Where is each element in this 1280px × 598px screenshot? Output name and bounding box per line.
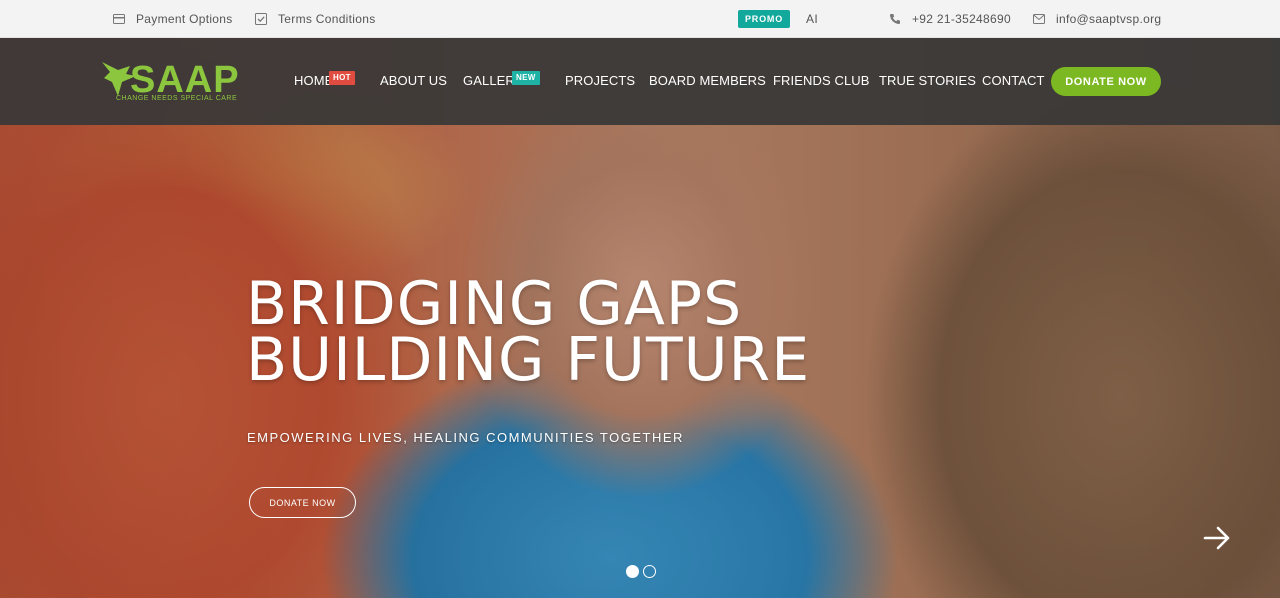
donate-now-button[interactable]: DONATE NOW <box>1051 67 1161 96</box>
nav-item-label: TRUE STORIES <box>879 73 977 88</box>
phone-icon <box>888 12 902 26</box>
site-logo[interactable]: SAAP CHANGE NEEDS SPECIAL CARE <box>100 58 270 108</box>
nav-item-about-us[interactable]: ABOUT US <box>380 73 447 89</box>
hero-title-line-2: BUILDING FUTURE <box>246 325 811 395</box>
email-address[interactable]: info@saaptvsp.org <box>1056 12 1161 26</box>
nav-item-label: HOME <box>294 73 334 88</box>
nav-item-true-stories[interactable]: TRUE STORIES <box>879 73 976 89</box>
slider-dot-2[interactable] <box>643 565 656 578</box>
checkbox-icon <box>254 12 268 26</box>
phone-number[interactable]: +92 21-35248690 <box>912 12 1011 26</box>
hero-subtitle: EMPOWERING LIVES, HEALING COMMUNITIES TO… <box>247 430 684 445</box>
phone-contact[interactable]: +92 21-35248690 <box>888 0 1011 38</box>
nav-item-label: PROJECTS <box>565 73 636 88</box>
new-badge: NEW <box>512 71 540 85</box>
nav-item-contact[interactable]: CONTACT <box>982 73 1045 89</box>
nav-item-board-members[interactable]: BOARD MEMBERS <box>649 73 766 89</box>
promo-text[interactable]: AI <box>806 12 818 26</box>
nav-item-home[interactable]: HOME <box>294 73 333 89</box>
nav-item-label: BOARD MEMBERS <box>649 73 766 88</box>
slider-next-button[interactable] <box>1203 525 1231 551</box>
slider-pagination <box>626 565 656 578</box>
nav-item-friends-club[interactable]: FRIENDS CLUB <box>773 73 870 89</box>
promo-area[interactable]: PROMO AI <box>738 0 818 38</box>
logo-tagline: CHANGE NEEDS SPECIAL CARE <box>116 95 238 102</box>
email-contact[interactable]: info@saaptvsp.org <box>1032 0 1161 38</box>
arrow-right-icon <box>1203 526 1230 550</box>
nav-item-label: FRIENDS CLUB <box>773 73 870 88</box>
payment-options-link[interactable]: Payment Options <box>112 0 233 38</box>
payment-options-label[interactable]: Payment Options <box>136 12 233 26</box>
terms-conditions-label[interactable]: Terms Conditions <box>278 12 376 26</box>
terms-conditions-link[interactable]: Terms Conditions <box>254 0 376 38</box>
hero-title-line-1: BRIDGING GAPS <box>246 269 743 339</box>
hot-badge: HOT <box>329 71 355 85</box>
credit-card-icon <box>112 12 126 26</box>
hero-donate-button[interactable]: DONATE NOW <box>249 487 356 518</box>
nav-item-label: CONTACT <box>982 73 1045 88</box>
promo-badge: PROMO <box>738 10 791 28</box>
envelope-icon <box>1032 12 1046 26</box>
main-navbar: SAAP CHANGE NEEDS SPECIAL CARE HOME HOT … <box>0 38 1280 125</box>
nav-item-label: ABOUT US <box>380 73 448 88</box>
hero-title: BRIDGING GAPS BUILDING FUTURE <box>246 269 811 395</box>
top-bar: Payment Options Terms Conditions PROMO A… <box>0 0 1280 38</box>
nav-item-projects[interactable]: PROJECTS <box>565 73 635 89</box>
slider-dot-1[interactable] <box>626 565 639 578</box>
